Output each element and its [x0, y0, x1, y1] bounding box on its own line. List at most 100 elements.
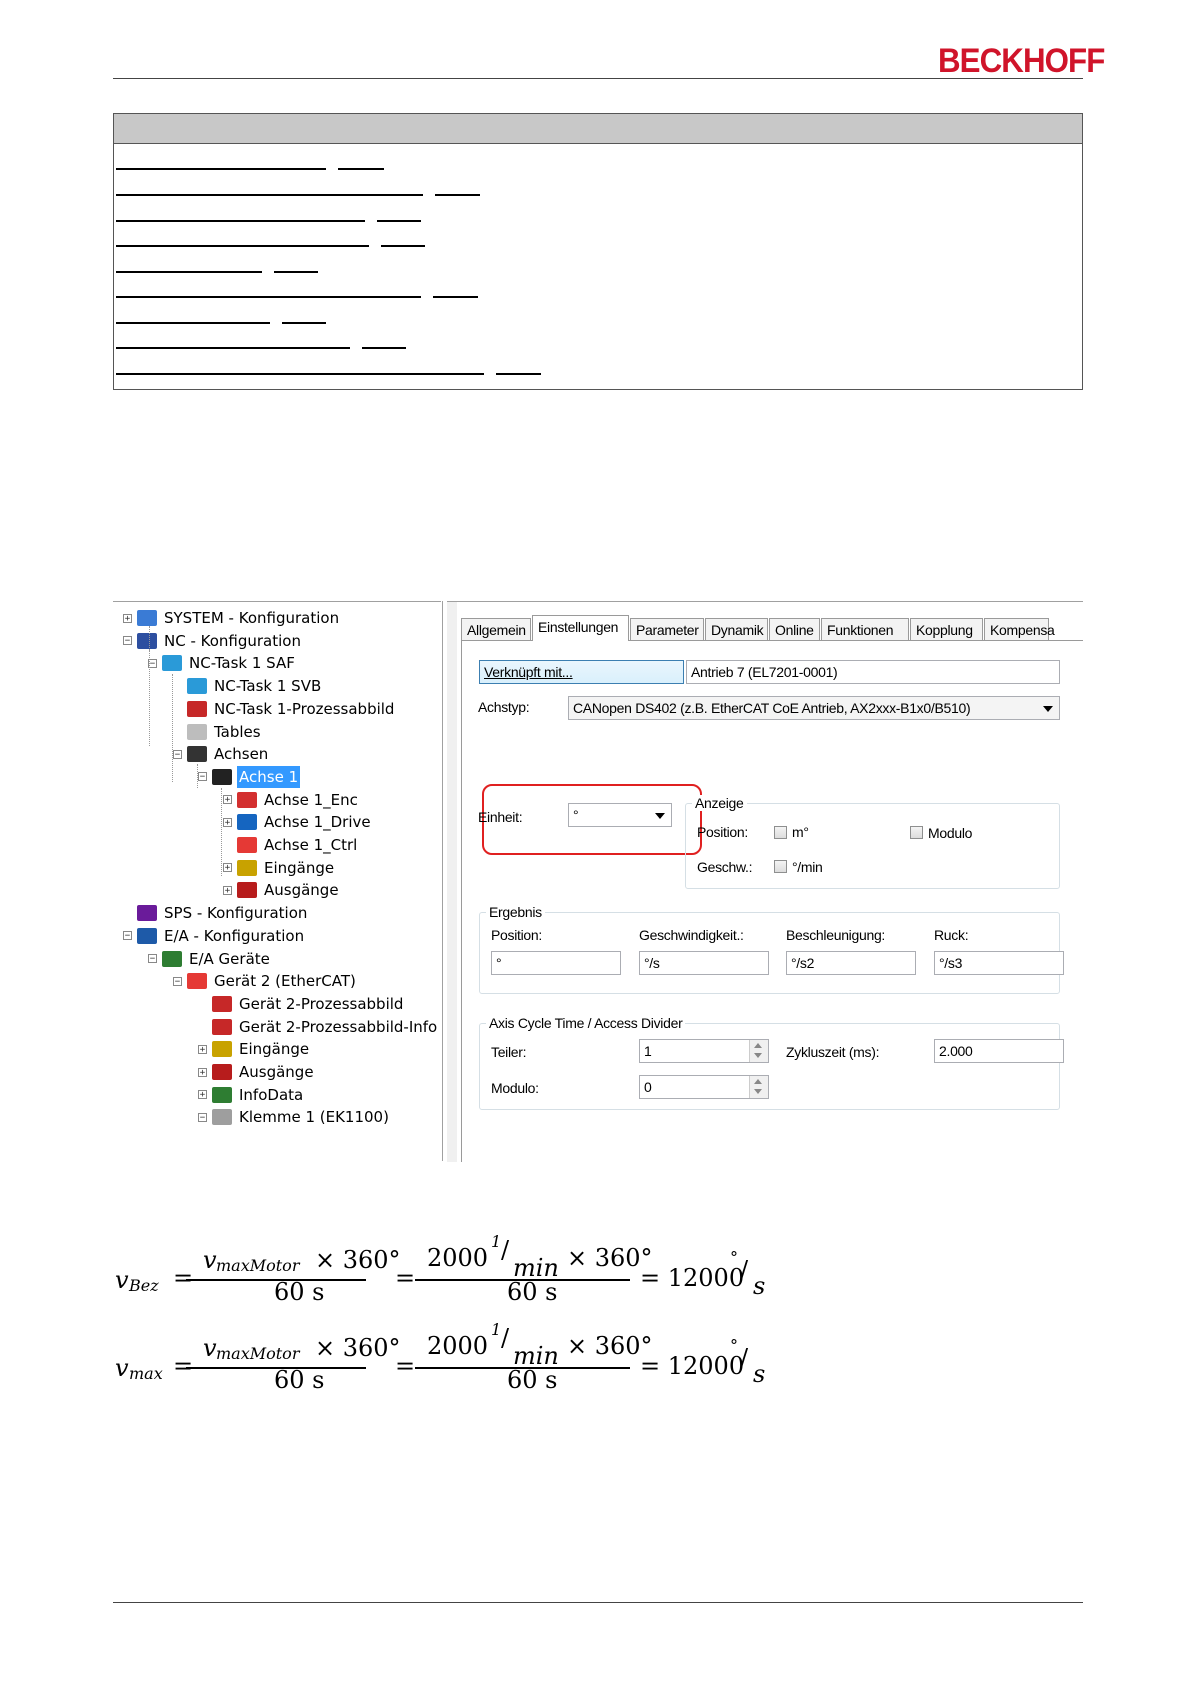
- tab-parameter[interactable]: Parameter: [630, 618, 704, 640]
- process-image-icon: [187, 700, 207, 717]
- task-icon: [187, 678, 207, 695]
- tab-funktionen[interactable]: Funktionen: [821, 618, 909, 640]
- tree-node[interactable]: NC-Task 1 SVB: [173, 675, 323, 697]
- linked-drive-field: Antrieb 7 (EL7201-0001): [686, 660, 1060, 684]
- modulo-checkbox-label: Modulo: [928, 825, 973, 841]
- equals-sign: =: [395, 1264, 416, 1292]
- tab-allgemein[interactable]: Allgemein: [461, 618, 531, 640]
- divider-spinbox[interactable]: 1: [639, 1039, 769, 1063]
- numerator-value: 2000: [427, 1332, 489, 1360]
- tree-node[interactable]: + Ausgänge: [198, 1061, 316, 1083]
- inputs-icon: [237, 859, 257, 876]
- tree-node[interactable]: − Gerät 2 (EtherCAT): [173, 970, 358, 992]
- tree-panel-border: [442, 601, 443, 1161]
- tree-node-label: Gerät 2-Prozessabbild-Info: [239, 1017, 438, 1036]
- result-jerk-field: °/s3: [934, 951, 1064, 975]
- tab-einstellungen[interactable]: Einstellungen: [532, 615, 629, 641]
- divider-spin-buttons[interactable]: [749, 1040, 768, 1062]
- collapse-icon[interactable]: −: [173, 749, 182, 759]
- tree-node[interactable]: Gerät 2-Prozessabbild: [198, 993, 405, 1015]
- result-accel-label: Beschleunigung:: [786, 927, 886, 943]
- tree-node[interactable]: Gerät 2-Prozessabbild-Info: [198, 1016, 439, 1038]
- result-value: = 12000: [640, 1264, 745, 1292]
- tree-node[interactable]: − Klemme 1 (EK1100): [198, 1106, 391, 1128]
- tree-node-label: InfoData: [239, 1085, 304, 1104]
- tree-node[interactable]: + Eingänge: [223, 857, 336, 879]
- expand-icon[interactable]: +: [223, 863, 232, 873]
- collapse-icon[interactable]: −: [148, 954, 157, 964]
- numerator-value: 2000: [427, 1244, 489, 1272]
- tree-node-label: Ausgänge: [264, 881, 339, 900]
- tree-node[interactable]: − Achse 1: [198, 765, 301, 788]
- infodata-icon: [212, 1086, 232, 1103]
- expand-icon[interactable]: +: [198, 1090, 207, 1100]
- tree-node[interactable]: − NC-Task 1 SAF: [148, 652, 297, 674]
- tree-node[interactable]: − E/A Geräte: [148, 948, 272, 970]
- tree-node[interactable]: − E/A - Konfiguration: [123, 925, 306, 947]
- tree-node[interactable]: Achse 1_Ctrl: [223, 834, 359, 856]
- speed-degmin-checkbox[interactable]: [774, 860, 787, 873]
- tree-node-label: Achsen: [214, 745, 269, 764]
- tree-node[interactable]: − NC - Konfiguration: [123, 630, 303, 652]
- collapse-icon[interactable]: −: [198, 772, 207, 782]
- fraction-bar: [415, 1367, 630, 1369]
- tab-bar: Allgemein Einstellungen Parameter Dynamik On…: [461, 615, 1083, 641]
- collapse-icon[interactable]: −: [198, 1112, 207, 1122]
- denominator: 60 s: [274, 1278, 325, 1306]
- tree-node[interactable]: SPS - Konfiguration: [123, 902, 309, 924]
- tab-kompensa[interactable]: Kompensa: [984, 618, 1055, 640]
- inputs-icon: [212, 1041, 232, 1058]
- tree-node[interactable]: + Achse 1_Enc: [223, 789, 360, 811]
- tree-node[interactable]: + Ausgänge: [223, 879, 341, 901]
- tree-node[interactable]: + InfoData: [198, 1084, 305, 1106]
- equals-sign: =: [395, 1352, 416, 1380]
- io-config-icon: [137, 927, 157, 944]
- linked-with-button[interactable]: Verknüpft mit...: [479, 660, 684, 684]
- tree-node-label: NC - Konfiguration: [164, 631, 301, 650]
- expand-icon[interactable]: +: [223, 795, 232, 805]
- tree-node[interactable]: + Eingänge: [198, 1038, 311, 1060]
- tree-node-label: NC-Task 1 SVB: [214, 677, 322, 696]
- tree-node[interactable]: + SYSTEM - Konfiguration: [123, 607, 341, 629]
- expand-icon[interactable]: +: [223, 817, 232, 827]
- tree-node[interactable]: NC-Task 1-Prozessabbild: [173, 698, 396, 720]
- tab-online[interactable]: Online: [769, 618, 820, 640]
- result-position-label: Position:: [491, 927, 542, 943]
- equals-sign: =: [173, 1352, 194, 1380]
- expand-icon[interactable]: +: [223, 885, 232, 895]
- tree-node-label: Achse 1: [237, 765, 301, 788]
- modulo-checkbox[interactable]: [910, 826, 923, 839]
- panel-splitter[interactable]: [447, 602, 457, 1162]
- tab-kopplung[interactable]: Kopplung: [910, 618, 983, 640]
- position-mdeg-checkbox[interactable]: [774, 826, 787, 839]
- collapse-icon[interactable]: −: [123, 931, 132, 941]
- formula-lhs-symbol: v: [115, 1266, 129, 1294]
- expand-icon[interactable]: +: [198, 1067, 207, 1077]
- result-accel-field: °/s2: [786, 951, 916, 975]
- denominator: 60 s: [507, 1278, 558, 1306]
- modulo-spinbox[interactable]: 0: [639, 1075, 769, 1099]
- tree-node[interactable]: + Achse 1_Drive: [223, 811, 373, 833]
- divider-label: Teiler:: [491, 1044, 527, 1060]
- result-velocity-label: Geschwindigkeit.:: [639, 927, 744, 943]
- expand-icon[interactable]: +: [198, 1044, 207, 1054]
- tree-node-label: Achse 1_Ctrl: [264, 836, 358, 854]
- cycle-time-group: Axis Cycle Time / Access Divider Teiler:…: [479, 1015, 1064, 1110]
- divider-value: 1: [644, 1043, 652, 1059]
- display-speed-label: Geschw.:: [697, 859, 753, 875]
- display-group-title: Anzeige: [692, 795, 747, 811]
- task-icon: [162, 655, 182, 672]
- nc-config-icon: [137, 632, 157, 649]
- modulo-spin-buttons[interactable]: [749, 1076, 768, 1098]
- unit-combo[interactable]: °: [568, 803, 672, 827]
- expand-icon[interactable]: +: [123, 613, 132, 623]
- tree-node[interactable]: − Achsen: [173, 743, 270, 765]
- axis-type-combo[interactable]: CANopen DS402 (z.B. EtherCAT CoE Antrieb…: [568, 696, 1060, 720]
- collapse-icon[interactable]: −: [123, 636, 132, 646]
- modulo-spin-label: Modulo:: [491, 1080, 539, 1096]
- tab-dynamik[interactable]: Dynamik: [705, 618, 768, 640]
- collapse-icon[interactable]: −: [173, 976, 182, 986]
- solution-tree[interactable]: + SYSTEM - Konfiguration − NC - Konfigurati…: [113, 601, 441, 1162]
- table-icon: [187, 723, 207, 740]
- tree-node[interactable]: Tables: [173, 721, 263, 743]
